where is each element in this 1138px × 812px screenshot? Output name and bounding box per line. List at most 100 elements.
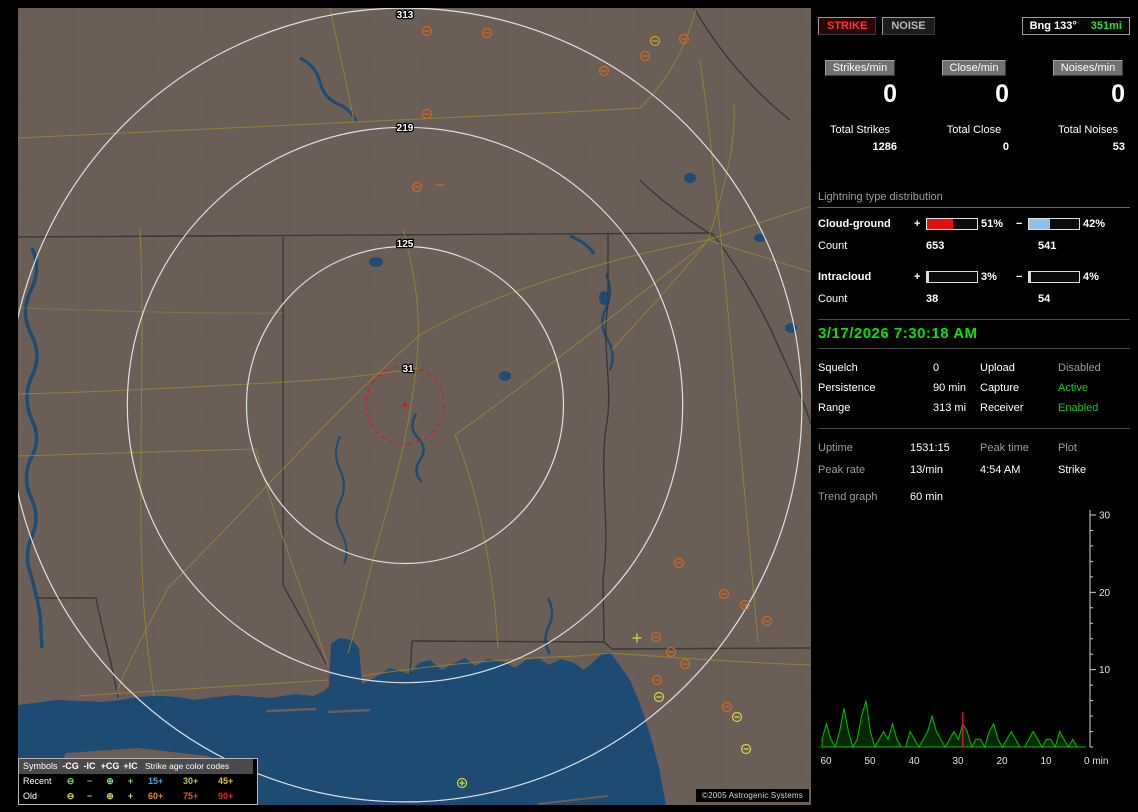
- cg-negative-bar: [1028, 218, 1080, 230]
- sensor-location-marker: [403, 403, 407, 407]
- separator: [818, 319, 1130, 320]
- legend-col-cg-pos: +CG: [99, 759, 121, 774]
- plus-sign: +: [914, 271, 921, 283]
- ic-count-row: Count 38 54: [818, 293, 1130, 307]
- receiver-label: Receiver: [980, 402, 1024, 414]
- capture-status: Active: [1058, 382, 1088, 394]
- noises-per-min-button[interactable]: Noises/min: [1052, 60, 1124, 76]
- trend-graph-label: Trend graph: [818, 491, 878, 503]
- total-close-label: Total Close: [946, 124, 1002, 136]
- trend-graph: 10 20 30 60 50 40 30 20 10 0 min: [818, 510, 1111, 767]
- squelch-value: 0: [933, 362, 940, 374]
- ic-positive-bar: [926, 271, 978, 283]
- ring-label-125: 125: [397, 239, 414, 250]
- squelch-label: Squelch: [818, 362, 858, 374]
- cg-count-label: Count: [818, 240, 848, 252]
- range-label: Range: [818, 402, 851, 414]
- legend-recent-label: Recent: [23, 776, 52, 786]
- minus-sign: −: [1016, 271, 1023, 283]
- svg-text:10: 10: [1040, 756, 1052, 767]
- ring-label-313: 313: [397, 10, 414, 21]
- strikes-per-min-button[interactable]: Strikes/min: [824, 60, 896, 76]
- receiver-status: Enabled: [1058, 402, 1099, 414]
- intracloud-label: Intracloud: [818, 271, 872, 283]
- plot-value: Strike: [1058, 464, 1087, 476]
- svg-text:0 min: 0 min: [1084, 756, 1108, 767]
- noise-toggle-button[interactable]: NOISE: [882, 17, 935, 35]
- age-code-15: 15+: [148, 776, 164, 786]
- ic-negative-percent: 4%: [1083, 271, 1099, 283]
- recent-ic-neg-icon: −: [86, 776, 93, 786]
- peak-rate-value: 13/min: [910, 464, 944, 476]
- minus-sign: −: [1016, 218, 1023, 230]
- upload-status: Disabled: [1058, 362, 1101, 374]
- recent-ic-pos-icon: +: [127, 776, 134, 786]
- map-legend: Symbols -CG -IC +CG +IC Strike age color…: [18, 758, 258, 805]
- total-close-value: 0: [1002, 141, 1009, 153]
- age-code-60: 60+: [148, 791, 164, 801]
- distance-value: 351mi: [1090, 20, 1122, 32]
- bearing-value: Bng 133°: [1029, 20, 1077, 32]
- age-code-45: 45+: [218, 776, 234, 786]
- bearing-readout: Bng 133° 351mi: [1021, 17, 1130, 35]
- intracloud-row: Intracloud + 3% − 4%: [818, 270, 1130, 284]
- total-noises-label: Total Noises: [1058, 124, 1118, 136]
- svg-text:30: 30: [1099, 511, 1111, 522]
- uptime-value: 1531:15: [910, 442, 950, 454]
- toolbar: STRIKE NOISE Bng 133° 351mi: [818, 16, 1130, 36]
- upload-label: Upload: [980, 362, 1015, 374]
- cg-positive-bar: [926, 218, 978, 230]
- separator: [818, 428, 1130, 429]
- svg-text:50: 50: [864, 756, 876, 767]
- age-code-75: 75+: [183, 791, 199, 801]
- map-canvas[interactable]: 313 219 125 31: [18, 8, 811, 805]
- totals-labels-row: Total Strikes Total Close Total Noises: [818, 124, 1130, 136]
- rate-values-row: 0 0 0: [818, 80, 1130, 108]
- cg-negative-percent: 42%: [1083, 218, 1106, 230]
- peak-time-value: 4:54 AM: [980, 464, 1021, 476]
- strike-toggle-button[interactable]: STRIKE: [818, 17, 877, 35]
- plot-label: Plot: [1058, 442, 1077, 454]
- distribution-title: Lightning type distribution: [818, 191, 1130, 208]
- age-code-90: 90+: [218, 791, 234, 801]
- ic-negative-bar: [1028, 271, 1080, 283]
- totals-values-row: 1286 0 53: [818, 141, 1130, 153]
- separator: [818, 348, 1130, 349]
- total-strikes-value: 1286: [872, 141, 897, 153]
- total-noises-value: 53: [1112, 141, 1125, 153]
- strikes-per-min-value: 0: [883, 80, 897, 108]
- legend-symbols-header: Symbols: [19, 759, 61, 774]
- lightning-map[interactable]: 313 219 125 31 Symbols -CG -IC +CG +IC S…: [18, 8, 811, 805]
- rate-buttons-row: Strikes/min Close/min Noises/min: [818, 60, 1130, 76]
- ic-positive-count: 38: [926, 293, 939, 305]
- close-per-min-value: 0: [995, 80, 1009, 108]
- svg-text:20: 20: [1099, 588, 1111, 599]
- uptime-label: Uptime: [818, 442, 853, 454]
- cg-positive-count: 653: [926, 240, 945, 252]
- status-panel: STRIKE NOISE Bng 133° 351mi Strikes/min …: [818, 8, 1130, 804]
- cg-positive-percent: 51%: [981, 218, 1004, 230]
- cloud-ground-row: Cloud-ground + 51% − 42%: [818, 217, 1130, 231]
- cg-negative-count: 541: [1038, 240, 1057, 252]
- svg-text:40: 40: [908, 756, 920, 767]
- ic-count-label: Count: [818, 293, 848, 305]
- legend-col-ic-neg: -IC: [80, 759, 99, 774]
- trend-label-row: Trend graph 60 min: [818, 489, 1130, 505]
- datetime-display: 3/17/2026 7:30:18 AM: [818, 325, 978, 342]
- peak-time-label: Peak time: [980, 442, 1029, 454]
- ring-label-219: 219: [397, 123, 414, 134]
- persistence-value: 90 min: [933, 382, 967, 394]
- legend-old-label: Old: [23, 791, 38, 801]
- ic-negative-count: 54: [1038, 293, 1051, 305]
- ic-positive-percent: 3%: [981, 271, 997, 283]
- svg-text:60: 60: [820, 756, 832, 767]
- old-ic-pos-icon: +: [127, 791, 134, 801]
- svg-text:10: 10: [1099, 665, 1111, 676]
- settings-grid: Squelch 0 Upload Disabled Persistence 90…: [818, 358, 1130, 418]
- plus-sign: +: [914, 218, 921, 230]
- legend-col-cg-neg: -CG: [61, 759, 80, 774]
- cg-count-row: Count 653 541: [818, 240, 1130, 254]
- old-cg-pos-icon: ⊕: [106, 791, 114, 801]
- close-per-min-button[interactable]: Close/min: [941, 60, 1007, 76]
- capture-label: Capture: [980, 382, 1020, 394]
